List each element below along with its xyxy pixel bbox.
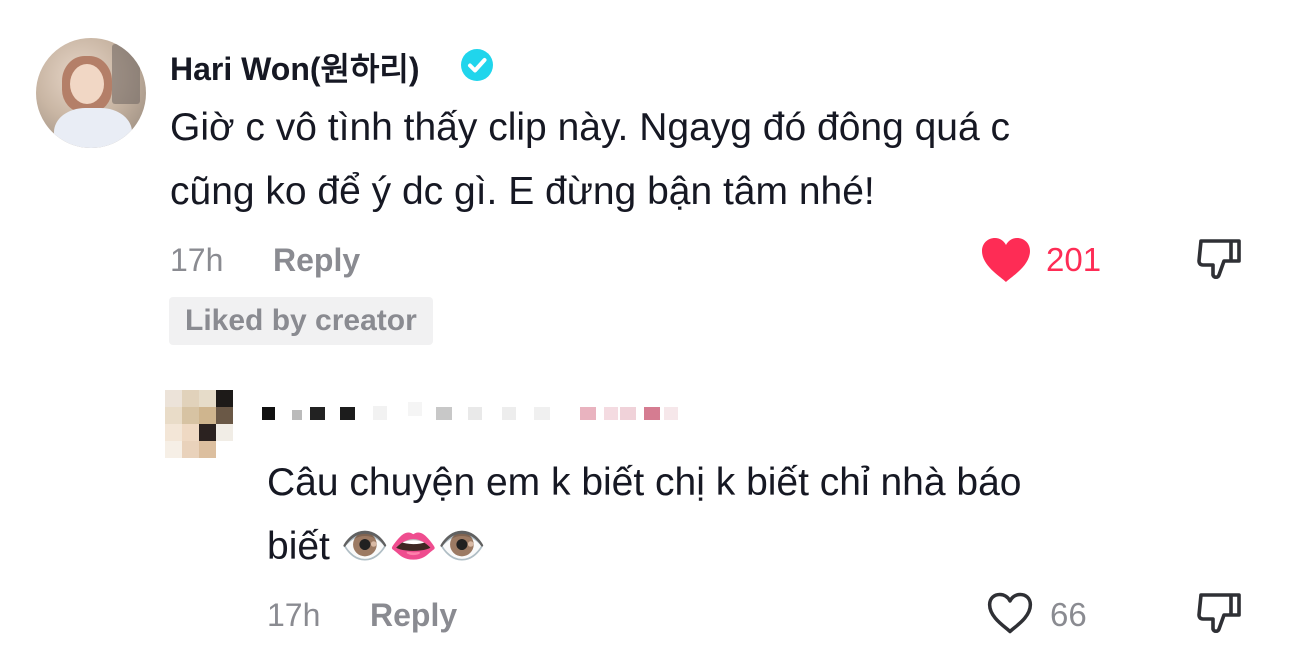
- comment-text: Câu chuyện em k biết chị k biết chỉ nhà …: [267, 451, 1267, 579]
- comment-time: 17h: [267, 597, 321, 633]
- emoji-eye: 👁️: [340, 524, 390, 569]
- username[interactable]: Hari Won(원하리): [170, 51, 420, 87]
- comment-line-2: biết 👁️👄👁️: [267, 515, 1267, 579]
- reply-button[interactable]: Reply: [370, 597, 457, 634]
- comment-line: Câu chuyện em k biết chị k biết chỉ nhà …: [267, 461, 1022, 504]
- heart-outline-icon[interactable]: [985, 590, 1035, 636]
- avatar[interactable]: [165, 390, 233, 458]
- emoji-lips: 👄: [389, 524, 438, 569]
- dislike-icon[interactable]: [1195, 235, 1243, 283]
- liked-by-creator-badge: Liked by creator: [169, 297, 433, 345]
- comment-line-text: biết: [267, 525, 330, 568]
- like-count: 201: [1046, 241, 1102, 278]
- comment-text: Giờ c vô tình thấy clip này. Ngayg đó đô…: [170, 96, 1270, 224]
- like-count: 66: [1050, 596, 1087, 633]
- verified-badge-icon: [461, 49, 493, 81]
- comment-author[interactable]: Hari Won(원하리): [170, 44, 420, 90]
- avatar[interactable]: [36, 38, 146, 148]
- comment-time: 17h: [170, 242, 224, 278]
- reply-button[interactable]: Reply: [273, 242, 360, 279]
- username-redacted[interactable]: [258, 402, 688, 424]
- comment-line: Giờ c vô tình thấy clip này. Ngayg đó đô…: [170, 106, 1011, 149]
- dislike-icon[interactable]: [1195, 589, 1243, 637]
- comment-line: cũng ko để ý dc gì. E đừng bận tâm nhé!: [170, 170, 875, 213]
- heart-filled-icon[interactable]: [979, 236, 1033, 284]
- emoji-eye: 👁️: [437, 524, 487, 569]
